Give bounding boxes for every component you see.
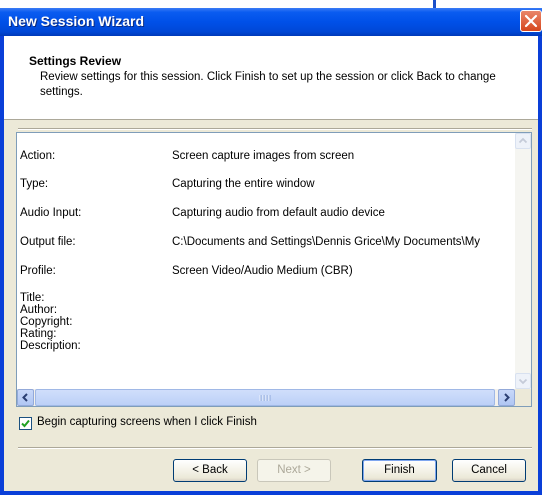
wizard-window: New Session Wizard Settings Review Revie… <box>0 8 542 495</box>
background-window-frame <box>433 0 542 8</box>
setting-label: Type: <box>20 178 49 190</box>
checkmark-icon <box>21 419 30 428</box>
close-button[interactable] <box>520 10 542 32</box>
page-title: Settings Review <box>29 54 122 68</box>
scroll-right-button[interactable] <box>498 389 515 406</box>
setting-value: Screen Video/Audio Medium (CBR) <box>172 265 353 277</box>
setting-label: Profile: <box>20 265 56 277</box>
arrow-up-icon <box>518 137 528 144</box>
setting-label: Action: <box>20 150 56 162</box>
setting-label: Output file: <box>20 236 76 248</box>
window-title: New Session Wizard <box>8 13 145 29</box>
horizontal-scroll-thumb[interactable] <box>35 389 495 406</box>
begin-capture-label[interactable]: Begin capturing screens when I click Fin… <box>37 416 257 428</box>
metadata-description-label: Description: <box>20 340 81 352</box>
title-bar[interactable]: New Session Wizard <box>0 8 542 36</box>
metadata-title-label: Title: <box>20 292 45 304</box>
vertical-scrollbar[interactable] <box>515 133 531 389</box>
setting-label: Audio Input: <box>20 207 82 219</box>
page-description: Review settings for this session. Click … <box>40 71 496 98</box>
begin-capture-checkbox[interactable] <box>19 417 32 430</box>
next-button[interactable]: Next > <box>257 459 331 482</box>
setting-value: C:\Documents and Settings\Dennis Grice\M… <box>172 236 481 248</box>
arrow-down-icon <box>518 378 528 385</box>
grip-icon <box>259 395 271 401</box>
metadata-rating-label: Rating: <box>20 328 57 340</box>
scroll-up-button[interactable] <box>515 133 531 149</box>
header-divider <box>18 128 532 130</box>
finish-button[interactable]: Finish <box>362 459 437 482</box>
scroll-left-button[interactable] <box>17 389 34 406</box>
arrow-right-icon <box>504 393 510 402</box>
back-button[interactable]: < Back <box>173 459 247 482</box>
setting-value: Screen capture images from screen <box>172 150 355 162</box>
cancel-button[interactable]: Cancel <box>452 459 526 482</box>
setting-value: Capturing the entire window <box>172 178 315 190</box>
horizontal-scrollbar[interactable] <box>17 389 531 406</box>
scrollbar-corner <box>515 389 531 406</box>
scroll-down-button[interactable] <box>515 373 531 389</box>
arrow-left-icon <box>22 393 28 402</box>
setting-value: Capturing audio from default audio devic… <box>172 207 385 219</box>
wizard-header: Settings Review Review settings for this… <box>4 36 538 120</box>
close-icon <box>524 14 538 28</box>
metadata-copyright-label: Copyright: <box>20 316 73 328</box>
dialog-client-area: Settings Review Review settings for this… <box>4 36 538 491</box>
metadata-author-label: Author: <box>20 304 58 316</box>
footer-divider <box>18 447 532 449</box>
settings-review-list[interactable]: Action: Screen capture images from scree… <box>16 132 532 407</box>
